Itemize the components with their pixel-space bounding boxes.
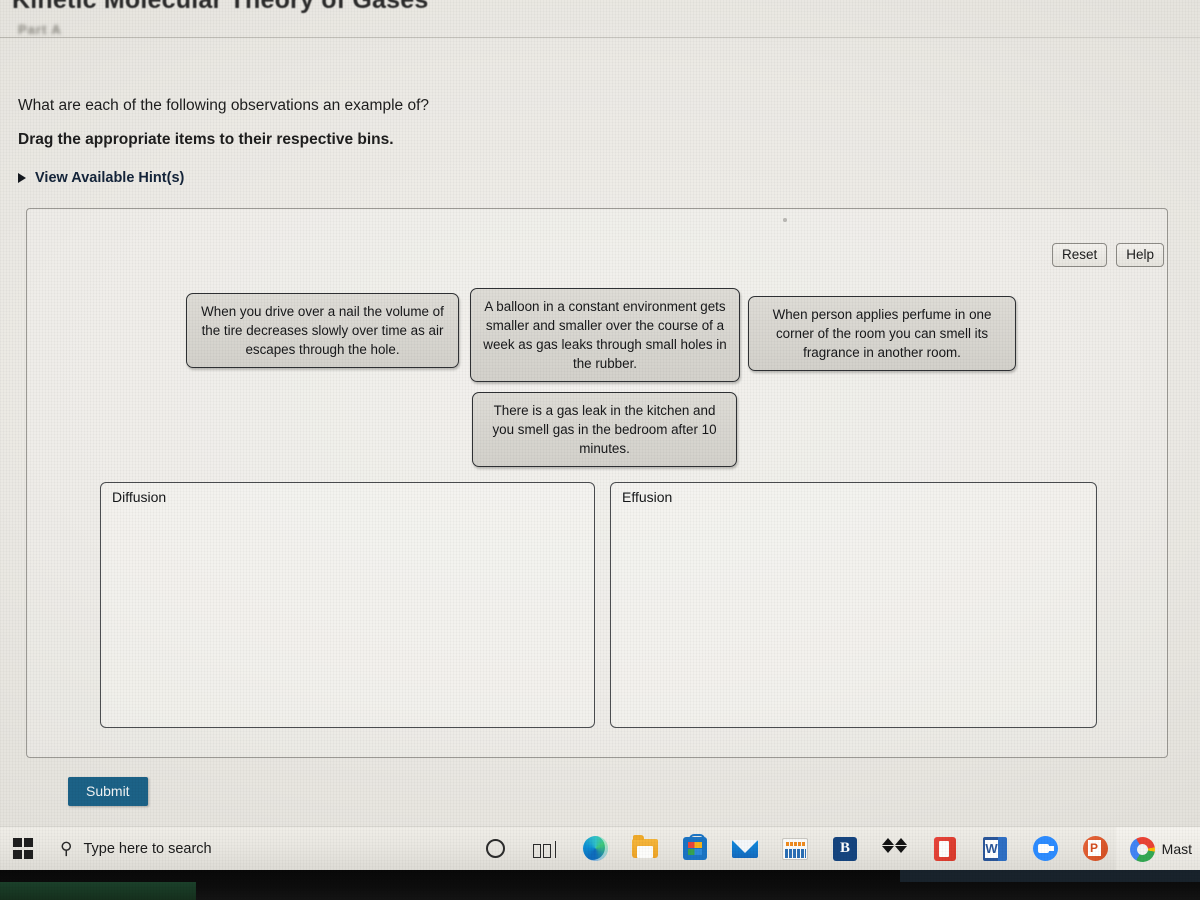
mail-button[interactable] — [720, 827, 770, 871]
powerpoint-button[interactable] — [1070, 827, 1120, 871]
bezel-reflection-left — [0, 882, 196, 900]
task-view-icon — [533, 840, 557, 858]
powerpoint-icon — [1082, 836, 1108, 861]
office-button[interactable] — [920, 827, 970, 871]
word-button[interactable] — [970, 827, 1020, 871]
windows-logo-icon — [12, 838, 34, 859]
blackboard-icon: B — [833, 836, 857, 861]
microsoft-store-icon — [683, 834, 707, 860]
dropbox-button[interactable] — [870, 827, 920, 871]
reset-button[interactable]: Reset — [1051, 243, 1108, 267]
edge-button[interactable] — [570, 827, 620, 871]
view-hints-label: View Available Hint(s) — [35, 170, 185, 186]
edge-icon — [582, 836, 608, 861]
file-explorer-icon — [632, 835, 658, 858]
blackboard-button[interactable]: B — [820, 827, 870, 871]
question-prompt: What are each of the following observati… — [18, 97, 429, 114]
triangle-right-icon — [18, 173, 26, 183]
file-explorer-button[interactable] — [620, 827, 670, 871]
bin-label: Diffusion — [112, 489, 167, 505]
chrome-icon — [1129, 836, 1155, 862]
windows-taskbar: ⚲ Type here to search B W P Mast — [0, 826, 1200, 871]
search-icon: ⚲ — [60, 839, 73, 858]
page-title: Kinetic Molecular Theory of Gases — [12, 0, 429, 14]
drag-item[interactable]: A balloon in a constant environment gets… — [470, 288, 740, 382]
drag-item[interactable]: When person applies perfume in one corne… — [748, 296, 1016, 371]
bin-label: Effusion — [622, 489, 673, 505]
cortana-icon — [485, 839, 505, 858]
search-placeholder: Type here to search — [83, 840, 212, 857]
taskbar-search[interactable]: ⚲ Type here to search — [46, 827, 364, 871]
submit-button[interactable]: Submit — [68, 777, 148, 806]
drop-bin-diffusion[interactable]: Diffusion — [100, 482, 595, 728]
part-label: Part A — [18, 22, 62, 37]
mail-icon — [732, 839, 758, 858]
laptop-screen: Kinetic Molecular Theory of Gases Part A… — [0, 0, 1200, 900]
office-icon — [934, 836, 956, 861]
cortana-button[interactable] — [470, 827, 520, 871]
zoom-icon — [1032, 836, 1058, 861]
amazon-icon — [782, 837, 808, 860]
drag-item[interactable]: There is a gas leak in the kitchen and y… — [472, 392, 737, 467]
question-instruction: Drag the appropriate items to their resp… — [18, 131, 394, 148]
amazon-button[interactable] — [770, 827, 820, 871]
active-window-button[interactable]: Mast — [1115, 827, 1200, 871]
start-button[interactable] — [0, 827, 46, 871]
drag-item[interactable]: When you drive over a nail the volume of… — [186, 293, 459, 368]
laptop-bezel — [0, 870, 1200, 900]
view-hints-toggle[interactable]: View Available Hint(s) — [18, 170, 184, 186]
dropbox-icon — [882, 837, 908, 860]
task-view-button[interactable] — [520, 827, 570, 871]
help-button[interactable]: Help — [1116, 243, 1164, 267]
bezel-reflection-right — [900, 870, 1200, 882]
active-window-title: Mast — [1161, 841, 1192, 857]
panel-artifact — [783, 218, 787, 222]
word-icon — [983, 836, 1007, 861]
panel-toolbar: Reset Help — [1051, 243, 1164, 267]
zoom-button[interactable] — [1020, 827, 1070, 871]
drop-bin-effusion[interactable]: Effusion — [610, 482, 1097, 728]
microsoft-store-button[interactable] — [670, 827, 720, 871]
taskbar-pinned-apps: B — [470, 827, 1120, 871]
header-divider — [0, 37, 1200, 38]
